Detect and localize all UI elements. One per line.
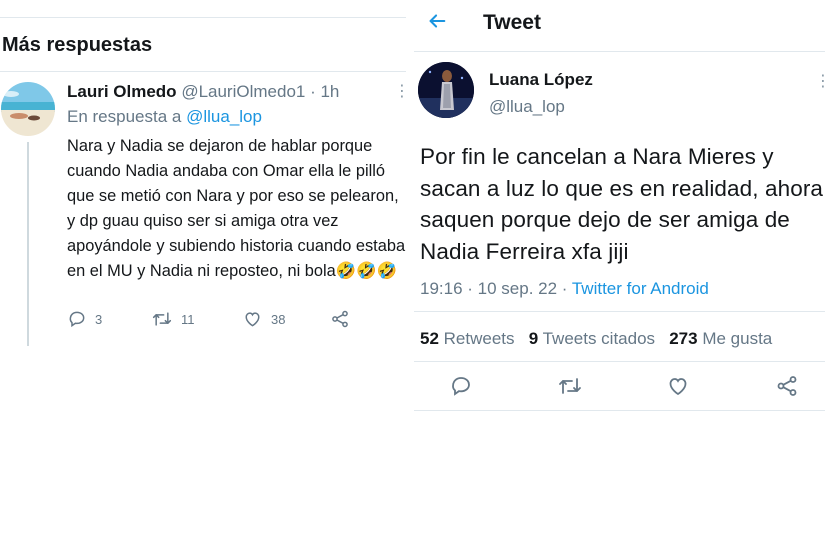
tweet-actions — [414, 374, 825, 400]
arrow-left-icon — [429, 14, 446, 28]
reply-author-row: Lauri Olmedo @LauriOlmedo1 · 1h — [67, 82, 339, 102]
heart-icon — [669, 378, 687, 396]
comment-icon — [452, 377, 470, 396]
retweet-button[interactable]: 11 — [151, 309, 195, 329]
retweet-button[interactable] — [557, 374, 583, 403]
like-button[interactable]: 38 — [242, 309, 285, 329]
replies-panel: Más respuestas Lauri Olmedo @LauriOlmedo… — [0, 0, 410, 540]
likes-label: Me gusta — [702, 329, 773, 348]
tweet-text: Por fin le cancelan a Nara Mieres y saca… — [420, 144, 824, 264]
quotes-count: 9 — [528, 329, 539, 348]
share-button[interactable] — [330, 309, 350, 329]
retweets-label: Retweets — [443, 329, 515, 348]
retweet-count: 11 — [181, 311, 195, 327]
reply-prefix: En respuesta a — [67, 107, 182, 126]
share-button[interactable] — [775, 374, 799, 403]
reply-text: Nara y Nadia se dejaron de hablar porque… — [67, 137, 406, 280]
avatar[interactable] — [418, 62, 474, 118]
author-name[interactable]: Lauri Olmedo — [67, 82, 177, 101]
author-handle[interactable]: @LauriOlmedo1 — [181, 82, 305, 101]
heart-icon — [245, 312, 260, 327]
quotes-stat[interactable]: 9 Tweets citados — [529, 329, 655, 348]
tweet-timestamp: 19:16 · 10 sep. 22 · — [420, 279, 572, 298]
divider — [414, 311, 825, 312]
author-name[interactable]: Luana López — [489, 70, 593, 90]
reply-target-link[interactable]: @llua_lop — [186, 107, 262, 126]
retweets-stat[interactable]: 52 Retweets — [420, 329, 515, 348]
reply-count: 3 — [95, 311, 103, 327]
share-icon — [777, 376, 797, 396]
like-count: 38 — [271, 311, 286, 327]
share-icon — [332, 310, 348, 328]
replying-to: En respuesta a @llua_lop — [67, 107, 262, 127]
divider — [0, 71, 406, 72]
panel-divider — [406, 0, 414, 540]
likes-stat[interactable]: 273 Me gusta — [669, 329, 772, 348]
retweet-icon — [152, 312, 172, 326]
comment-icon — [69, 311, 85, 328]
more-options-icon[interactable]: ⋮ — [815, 74, 825, 90]
tweet-source-link[interactable]: Twitter for Android — [572, 279, 709, 298]
retweet-icon — [559, 378, 581, 394]
divider — [414, 410, 825, 411]
section-title: Más respuestas — [2, 34, 153, 56]
divider — [414, 361, 825, 362]
reply-button[interactable] — [449, 374, 473, 403]
avatar[interactable] — [1, 82, 55, 136]
retweets-count: 52 — [420, 329, 439, 348]
reply-time: · 1h — [310, 82, 340, 101]
quotes-label: Tweets citados — [542, 329, 656, 348]
reply-button[interactable]: 3 — [67, 309, 102, 329]
author-handle[interactable]: @llua_lop — [489, 97, 565, 117]
tweet-detail-panel: Tweet Luana López @llua_lop ⋮ Por fin le… — [414, 0, 825, 540]
divider — [414, 51, 825, 52]
back-button[interactable] — [426, 10, 448, 37]
tweet-meta: 19:16 · 10 sep. 22 · Twitter for Android — [420, 279, 709, 299]
page-title: Tweet — [483, 11, 541, 34]
reply-actions: 3 11 38 — [67, 309, 367, 335]
thread-line — [27, 142, 29, 346]
top-bar — [0, 0, 406, 18]
likes-count: 273 — [669, 329, 698, 348]
like-button[interactable] — [666, 374, 690, 403]
tweet-stats: 52 Retweets 9 Tweets citados 273 Me gust… — [420, 329, 772, 349]
